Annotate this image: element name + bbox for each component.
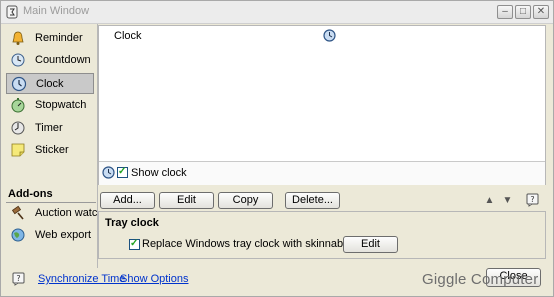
clock-small-icon (102, 166, 115, 179)
svg-text:?: ? (530, 195, 534, 204)
sidebar-item-label: Reminder (35, 32, 83, 44)
maximize-icon: □ (519, 6, 527, 17)
close-window-button[interactable]: ✕ (533, 5, 549, 19)
sidebar-item-stopwatch[interactable]: Stopwatch (6, 95, 94, 116)
move-down-button[interactable]: ▼ (501, 194, 514, 207)
sync-icon: ? (12, 272, 25, 286)
timer-icon (11, 121, 25, 135)
tray-clock-group: Tray clock Replace Windows tray clock wi… (98, 211, 546, 259)
addons-heading: Add-ons (8, 188, 53, 200)
arrow-up-icon: ▲ (484, 195, 495, 206)
sidebar-item-label: Clock (36, 78, 64, 90)
sticker-icon (11, 143, 25, 157)
sidebar-item-label: Stopwatch (35, 99, 87, 111)
sidebar-item-label: Countdown (35, 54, 91, 66)
minimize-icon: – (502, 6, 508, 17)
sidebar-item-sticker[interactable]: Sticker (6, 140, 94, 161)
sidebar-item-reminder[interactable]: Reminder (6, 28, 94, 49)
tray-edit-button[interactable]: Edit (343, 236, 398, 253)
bell-icon (12, 31, 24, 45)
app-icon (6, 5, 18, 19)
sidebar-item-auction-watch[interactable]: Auction watch (6, 203, 103, 224)
show-clock-checkbox[interactable] (117, 166, 128, 178)
main-area: Clock Show clock Add... Edit Copy Delete… (98, 24, 552, 268)
clock-icon (11, 76, 27, 92)
sidebar-item-label: Auction watch (35, 207, 104, 219)
svg-text:?: ? (16, 274, 20, 283)
countdown-icon (11, 53, 25, 67)
move-up-button[interactable]: ▲ (483, 194, 496, 207)
sidebar-item-label: Sticker (35, 144, 69, 156)
maximize-button[interactable]: □ (515, 5, 531, 19)
title-bar[interactable]: Main Window – □ ✕ (1, 1, 553, 24)
show-clock-label: Show clock (131, 167, 187, 179)
sidebar-item-countdown[interactable]: Countdown (6, 50, 94, 71)
clock-list-panel[interactable]: Clock Show clock (98, 25, 546, 185)
show-clock-bar: Show clock (99, 161, 545, 185)
delete-button[interactable]: Delete... (285, 192, 340, 209)
stopwatch-icon (11, 98, 25, 113)
clock-list-item[interactable]: Clock (114, 30, 142, 42)
sidebar-item-label: Web export (35, 229, 92, 241)
watermark-text: Giggle Computer (422, 271, 539, 288)
synchronize-time-link[interactable]: Synchronize Time (38, 273, 125, 285)
sidebar: Reminder Countdown Clock Stopwatch Timer… (2, 24, 103, 268)
tray-clock-heading: Tray clock (105, 217, 159, 229)
sidebar-item-timer[interactable]: Timer (6, 118, 94, 139)
auction-icon (11, 205, 24, 220)
sidebar-item-label: Timer (35, 122, 63, 134)
main-window: Main Window – □ ✕ Reminder Countdown Clo… (0, 0, 554, 297)
minimize-button[interactable]: – (497, 5, 513, 19)
sidebar-item-clock[interactable]: Clock (6, 73, 94, 94)
add-button[interactable]: Add... (100, 192, 155, 209)
sidebar-item-web-export[interactable]: Web export (6, 225, 94, 246)
globe-icon (11, 228, 25, 242)
show-options-link[interactable]: Show Options (120, 273, 188, 285)
copy-button[interactable]: Copy (218, 192, 273, 209)
edit-button[interactable]: Edit (159, 192, 214, 209)
close-icon: ✕ (536, 6, 546, 17)
replace-tray-clock-checkbox[interactable] (129, 238, 140, 250)
window-title: Main Window (23, 5, 90, 17)
help-icon[interactable]: ? (526, 193, 539, 207)
arrow-down-icon: ▼ (502, 195, 513, 206)
clock-preview-icon (323, 29, 336, 42)
